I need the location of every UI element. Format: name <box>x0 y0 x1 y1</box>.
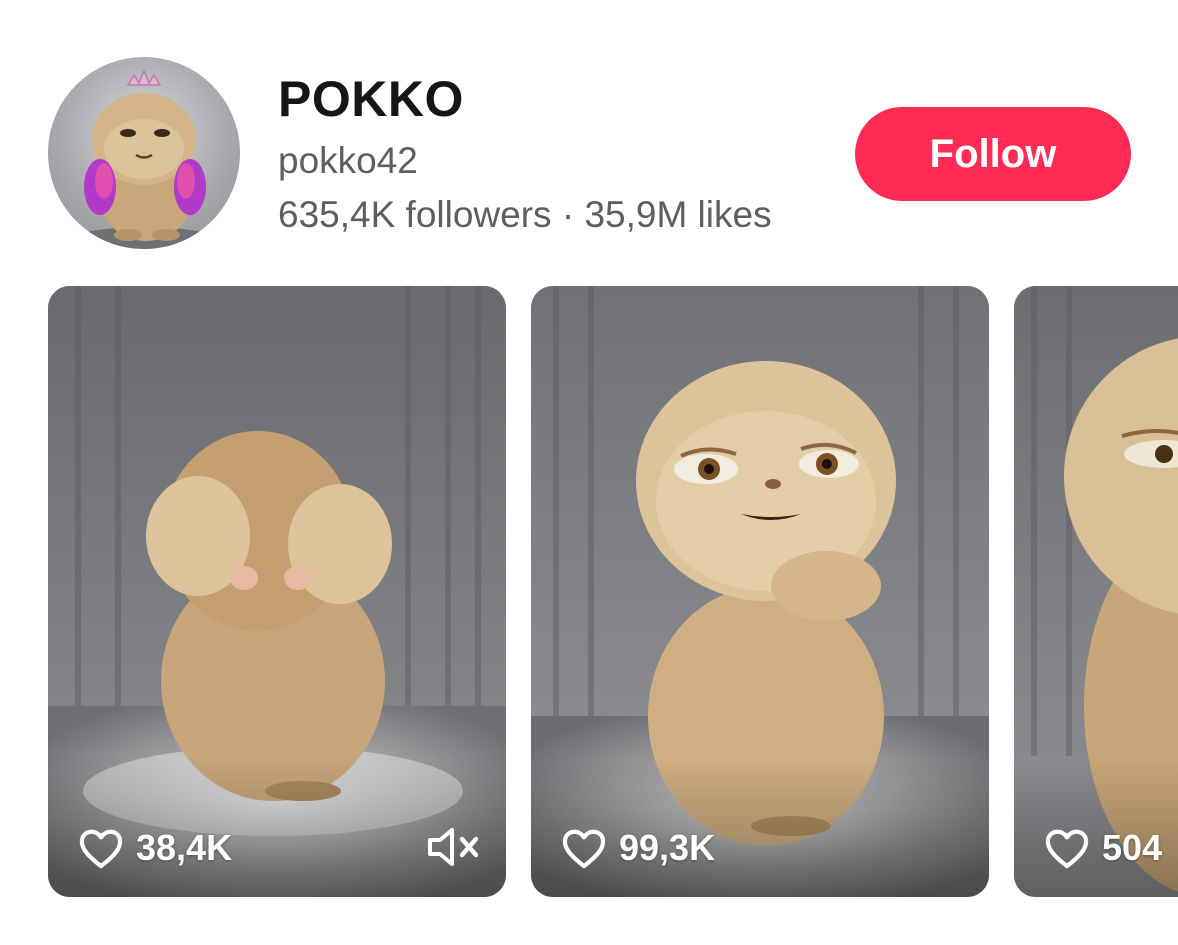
profile-avatar[interactable] <box>48 57 240 249</box>
video-likes-count: 38,4K <box>136 827 233 868</box>
video-card[interactable]: 504 <box>1014 286 1178 897</box>
follow-button[interactable]: Follow <box>855 107 1131 201</box>
likes-count: 35,9M likes <box>584 194 772 235</box>
speaker-muted-icon[interactable] <box>424 823 484 871</box>
followers-count: 635,4K followers <box>278 194 552 235</box>
video-likes-count: 504 <box>1102 827 1163 868</box>
heart-outline-icon <box>78 827 124 869</box>
video-card[interactable]: 38,4K <box>48 286 506 897</box>
avatar-image <box>74 69 214 249</box>
heart-outline-icon <box>1044 827 1090 869</box>
profile-stats: 635,4K followers · 35,9M likes <box>278 194 772 236</box>
heart-outline-icon <box>561 827 607 869</box>
stats-separator: · <box>561 194 575 235</box>
video-card[interactable]: 99,3K <box>531 286 989 897</box>
video-likes: 38,4K <box>78 827 232 869</box>
video-likes-count: 99,3K <box>619 827 716 868</box>
profile-handle: pokko42 <box>278 140 418 181</box>
video-likes: 99,3K <box>561 827 715 869</box>
video-likes: 504 <box>1044 827 1162 869</box>
creator-profile-panel: POKKO pokko42 635,4K followers · 35,9M l… <box>0 0 1178 945</box>
profile-name: POKKO <box>278 71 464 127</box>
